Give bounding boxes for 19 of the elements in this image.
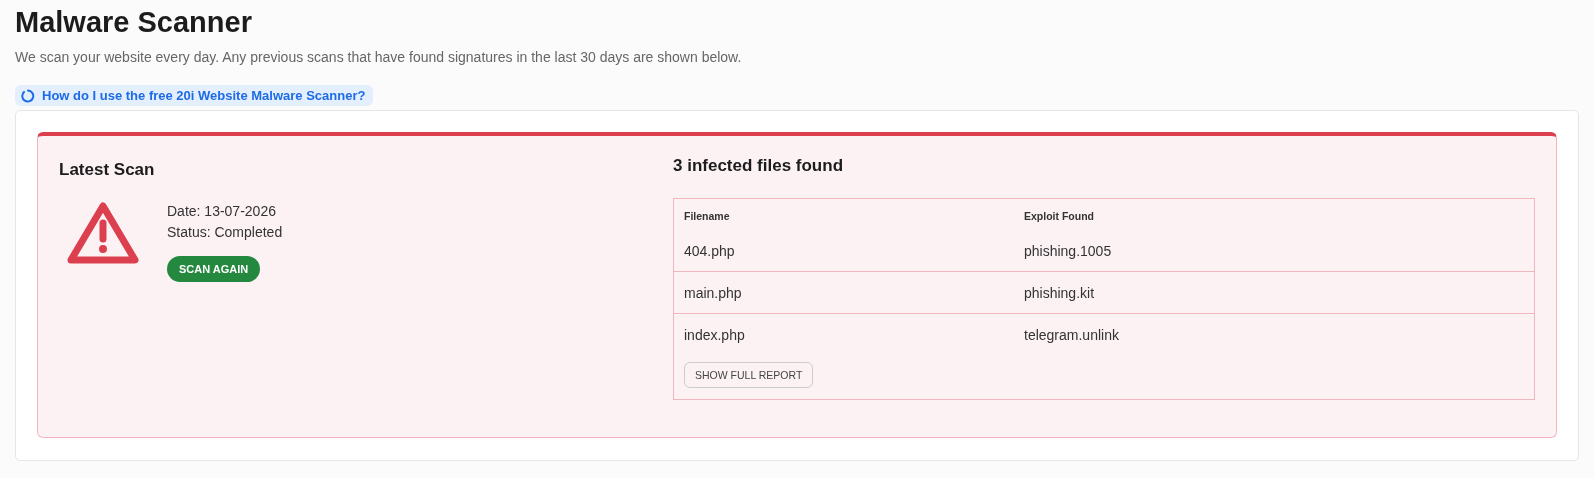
section-heading: 3 infected files found bbox=[673, 155, 845, 176]
show-full-report-button[interactable]: SHOW FULL REPORT bbox=[684, 361, 814, 388]
scan-again-button[interactable]: SCAN AGAIN bbox=[167, 255, 261, 282]
warning-icon bbox=[67, 200, 139, 265]
table-cell-text: phishing.1005 bbox=[1024, 241, 1113, 261]
table-cell-text: phishing.kit bbox=[1024, 283, 1096, 303]
table-cell-text: index.php bbox=[684, 325, 746, 345]
scan-date: Date: 13-07-2026 bbox=[167, 201, 276, 221]
page-title: Malware Scanner bbox=[15, 5, 253, 40]
loading-ring-icon bbox=[21, 88, 35, 103]
column-header: Exploit Found bbox=[1024, 208, 1095, 224]
scan-status: Status: Completed bbox=[167, 222, 283, 242]
section-heading: Latest Scan bbox=[59, 159, 156, 180]
table-cell-text: telegram.unlink bbox=[1024, 325, 1120, 345]
help-link[interactable]: How do I use the free 20i Website Malware Scanner? bbox=[15, 85, 374, 106]
table-cell-text: 404.php bbox=[684, 241, 736, 261]
column-header: Filename bbox=[684, 208, 731, 224]
page-description: We scan your website every day. Any previous scans that have found signatures in the last 30 days are shown below. bbox=[15, 49, 743, 65]
table-cell-text: main.php bbox=[684, 283, 743, 303]
